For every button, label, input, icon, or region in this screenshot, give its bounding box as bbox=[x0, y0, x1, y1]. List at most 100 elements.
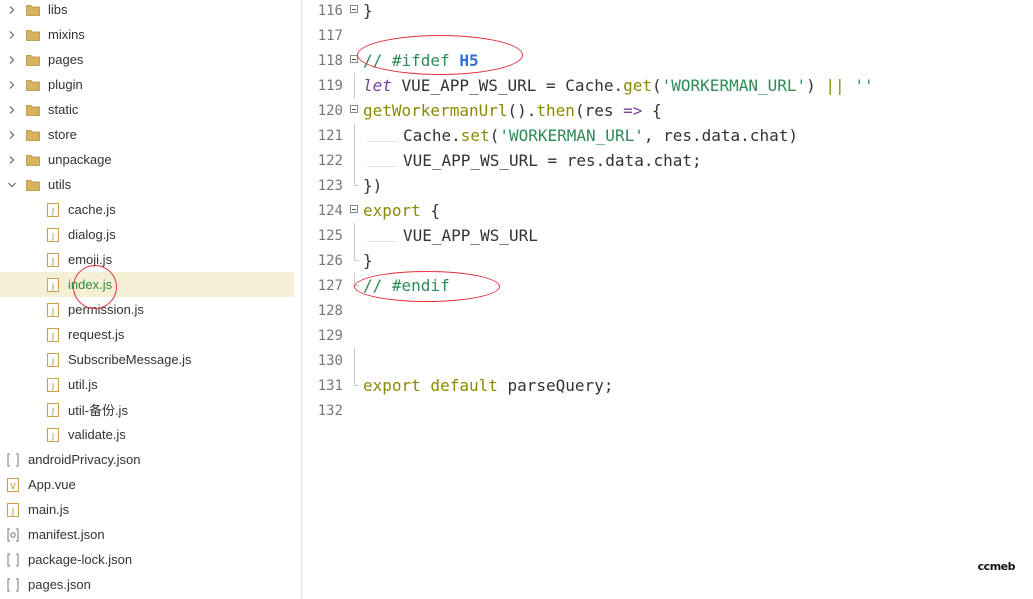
tree-item-label: cache.js bbox=[68, 202, 116, 217]
tree-file-item[interactable]: Jpermission.js bbox=[0, 297, 294, 322]
fold-toggle[interactable] bbox=[343, 198, 363, 223]
tree-folder-item[interactable]: plugin bbox=[0, 72, 294, 97]
tree-folder-item[interactable]: mixins bbox=[0, 22, 294, 47]
js-file-icon: J bbox=[46, 277, 60, 292]
line-number: 121 bbox=[317, 127, 343, 144]
tree-folder-item[interactable]: libs bbox=[0, 0, 294, 22]
code-line: 130 bbox=[303, 348, 1033, 373]
tree-file-item[interactable]: J SubscribeMessage.js bbox=[0, 347, 294, 372]
svg-text:J: J bbox=[51, 207, 54, 216]
code-text: }) bbox=[363, 176, 383, 195]
code-line: 121 Cache.set('WORKERMAN_URL', res.data.… bbox=[303, 123, 1033, 148]
folder-icon bbox=[26, 3, 40, 17]
code-line: 122 VUE_APP_WS_URL = res.data.chat; bbox=[303, 148, 1033, 173]
tree-file-item[interactable]: Jvalidate.js bbox=[0, 422, 294, 447]
tree-item-label: permission.js bbox=[68, 302, 144, 317]
fold-toggle[interactable] bbox=[343, 0, 363, 23]
svg-text:J: J bbox=[51, 382, 54, 391]
tree-item-label: util.js bbox=[68, 377, 98, 392]
code-line: 128 bbox=[303, 298, 1033, 323]
js-file-icon: J bbox=[46, 427, 60, 442]
json-file-icon bbox=[6, 578, 20, 592]
tree-folder-item[interactable]: unpackage bbox=[0, 147, 294, 172]
manifest-file-icon bbox=[6, 528, 20, 542]
tree-folder-item[interactable]: static bbox=[0, 97, 294, 122]
code-line: 125 VUE_APP_WS_URL bbox=[303, 223, 1033, 248]
svg-text:J: J bbox=[51, 257, 54, 266]
svg-text:J: J bbox=[51, 332, 54, 341]
tree-file-item[interactable]: manifest.json bbox=[0, 522, 294, 547]
line-number: 120 bbox=[317, 102, 343, 119]
tree-folder-item[interactable]: pages bbox=[0, 47, 294, 72]
code-line: 118 // #ifdef H5 bbox=[303, 48, 1033, 73]
svg-text:V: V bbox=[10, 482, 16, 491]
folder-icon bbox=[26, 153, 40, 167]
chevron-down-icon[interactable] bbox=[6, 179, 18, 191]
code-text: export default parseQuery; bbox=[363, 376, 614, 395]
tree-item-label: androidPrivacy.json bbox=[28, 452, 141, 467]
code-line: 119 let VUE_APP_WS_URL = Cache.get('WORK… bbox=[303, 73, 1033, 98]
tree-file-item[interactable]: Jemoji.js bbox=[0, 247, 294, 272]
code-text: // #ifdef H5 bbox=[363, 51, 479, 70]
tree-item-label: dialog.js bbox=[68, 227, 116, 242]
vue-file-icon: V bbox=[6, 477, 20, 492]
line-number: 130 bbox=[317, 352, 343, 369]
js-file-icon: J bbox=[46, 377, 60, 392]
tree-file-item[interactable]: Jrequest.js bbox=[0, 322, 294, 347]
chevron-right-icon[interactable] bbox=[6, 129, 18, 141]
chevron-right-icon[interactable] bbox=[6, 104, 18, 116]
line-number: 126 bbox=[317, 252, 343, 269]
tree-file-item[interactable]: Jdialog.js bbox=[0, 222, 294, 247]
tree-file-item[interactable]: androidPrivacy.json bbox=[0, 447, 294, 472]
tree-item-label: validate.js bbox=[68, 427, 126, 442]
code-text: } bbox=[363, 1, 373, 20]
fold-toggle[interactable] bbox=[343, 98, 363, 123]
svg-text:J: J bbox=[51, 282, 54, 291]
chevron-right-icon[interactable] bbox=[6, 4, 18, 16]
json-file-icon bbox=[6, 553, 20, 567]
line-number: 123 bbox=[317, 177, 343, 194]
tree-item-label: mixins bbox=[48, 27, 85, 42]
chevron-right-icon[interactable] bbox=[6, 79, 18, 91]
svg-text:J: J bbox=[51, 357, 54, 366]
code-line: 123 }) bbox=[303, 173, 1033, 198]
svg-text:J: J bbox=[51, 307, 54, 316]
code-line: 116 } bbox=[303, 0, 1033, 23]
tree-item-label: util-备份.js bbox=[68, 403, 128, 418]
fold-toggle[interactable] bbox=[343, 48, 363, 73]
tree-file-item[interactable]: Jmain.js bbox=[0, 497, 294, 522]
tree-item-label: pages bbox=[48, 52, 84, 67]
line-number: 119 bbox=[317, 77, 343, 94]
chevron-right-icon[interactable] bbox=[6, 29, 18, 41]
tree-item-label: plugin bbox=[48, 77, 83, 92]
chevron-right-icon[interactable] bbox=[6, 154, 18, 166]
folder-icon bbox=[26, 53, 40, 67]
code-text: } bbox=[363, 251, 373, 270]
tree-file-item[interactable]: pages.json bbox=[0, 572, 294, 597]
svg-text:J: J bbox=[51, 432, 54, 441]
file-explorer: libs mixins pages plugin static store unpackag… bbox=[0, 0, 302, 599]
tree-file-item[interactable]: V App.vue bbox=[0, 472, 294, 497]
tree-file-item[interactable]: Jutil-备份.js bbox=[0, 397, 294, 422]
line-number: 124 bbox=[317, 202, 343, 219]
tree-folder-item[interactable]: utils bbox=[0, 172, 294, 197]
tree-file-item[interactable]: Jutil.js bbox=[0, 372, 294, 397]
tree-item-label: libs bbox=[48, 2, 68, 17]
tree-item-label: request.js bbox=[68, 327, 125, 342]
tree-item-label: SubscribeMessage.js bbox=[68, 352, 192, 367]
tree-file-item[interactable]: package-lock.json bbox=[0, 547, 294, 572]
code-line: 127 // #endif bbox=[303, 273, 1033, 298]
tree-file-item[interactable]: Jcache.js bbox=[0, 197, 294, 222]
code-text: VUE_APP_WS_URL = res.data.chat; bbox=[367, 151, 702, 170]
code-editor[interactable]: 116 } 117 118 // #ifdef H5 119 let VUE_A… bbox=[303, 0, 1033, 599]
tree-folder-item[interactable]: store bbox=[0, 122, 294, 147]
js-file-icon: J bbox=[46, 327, 60, 342]
line-number: 125 bbox=[317, 227, 343, 244]
js-file-icon: J bbox=[46, 252, 60, 267]
js-file-icon: J bbox=[46, 302, 60, 317]
tree-file-item[interactable]: Jindex.js bbox=[0, 272, 294, 297]
line-number: 129 bbox=[317, 327, 343, 344]
chevron-right-icon[interactable] bbox=[6, 54, 18, 66]
svg-text:J: J bbox=[51, 407, 54, 416]
code-text: getWorkermanUrl().then(res => { bbox=[363, 101, 662, 120]
